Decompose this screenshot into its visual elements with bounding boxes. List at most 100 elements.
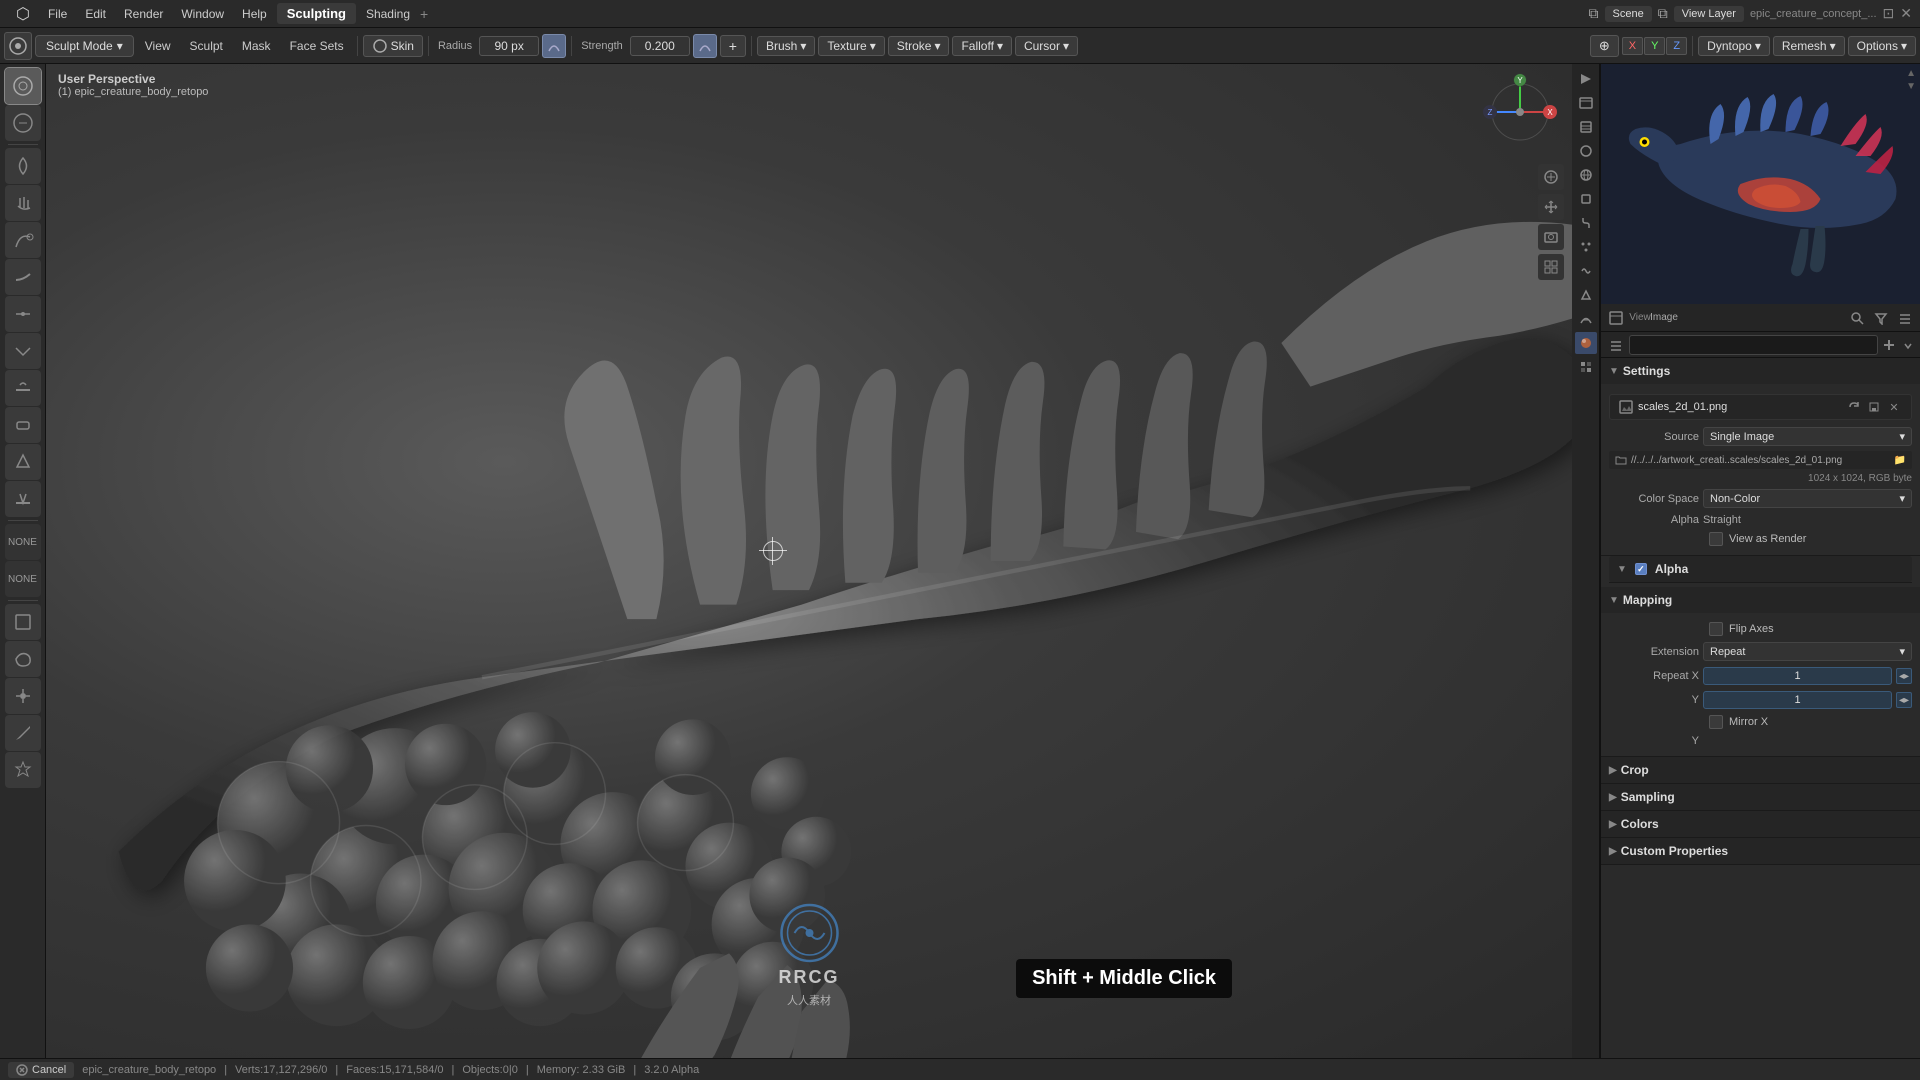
image-close-btn[interactable]: ✕ xyxy=(1885,398,1903,416)
tool-multires[interactable]: NONE xyxy=(5,561,41,597)
view-as-render-checkbox[interactable] xyxy=(1709,532,1723,546)
panel-add-icon[interactable] xyxy=(1880,334,1898,356)
falloff-dropdown[interactable]: Falloff▾ xyxy=(952,36,1012,56)
strength-pressure-btn[interactable] xyxy=(693,34,717,58)
panel-image-btn[interactable]: Image xyxy=(1653,307,1675,329)
alpha-section-header[interactable]: ▼ Alpha xyxy=(1609,556,1912,582)
menu-file[interactable]: File xyxy=(40,4,75,24)
view-menu[interactable]: View xyxy=(137,36,179,56)
custom-properties-header[interactable]: ▶ Custom Properties xyxy=(1601,838,1920,864)
scene-properties-icon[interactable] xyxy=(1575,140,1597,162)
remesh-btn[interactable]: Remesh▾ xyxy=(1773,36,1845,56)
zoom-to-fit-btn[interactable] xyxy=(1538,164,1564,190)
workspace-shading[interactable]: Shading xyxy=(358,4,418,24)
scene-name[interactable]: Scene xyxy=(1605,6,1652,22)
options-btn[interactable]: Options▾ xyxy=(1848,36,1916,56)
tool-thumb[interactable] xyxy=(5,259,41,295)
tool-smooth[interactable] xyxy=(5,105,41,141)
grid-btn[interactable] xyxy=(1538,254,1564,280)
mirror-x-checkbox[interactable] xyxy=(1709,715,1723,729)
tool-mask[interactable]: NONE xyxy=(5,524,41,560)
render-properties-icon[interactable] xyxy=(1575,68,1597,90)
workspace-sculpting[interactable]: Sculpting xyxy=(277,3,356,24)
image-reload-btn[interactable] xyxy=(1845,398,1863,416)
pan-btn[interactable] xyxy=(1538,194,1564,220)
texture-dropdown[interactable]: Texture▾ xyxy=(818,36,884,56)
add-subtract-btn[interactable]: + xyxy=(720,35,746,57)
dyntopo-btn[interactable]: Dyntopo▾ xyxy=(1698,36,1770,56)
tool-lasso-mask[interactable] xyxy=(5,641,41,677)
mask-menu[interactable]: Mask xyxy=(234,36,279,56)
x-axis-btn[interactable]: X xyxy=(1622,37,1643,55)
tool-grab[interactable] xyxy=(5,185,41,221)
preview-scroll-up[interactable]: ▲ xyxy=(1906,68,1916,79)
modifier-properties-icon[interactable] xyxy=(1575,212,1597,234)
panel-expand-icon[interactable] xyxy=(1900,334,1916,356)
sculpt-mode-dropdown[interactable]: Sculpt Mode ▾ xyxy=(35,35,134,57)
cursor-dropdown[interactable]: Cursor▾ xyxy=(1015,36,1078,56)
viewport-gizmo[interactable]: Z Y X xyxy=(1480,72,1560,152)
physics-icon[interactable] xyxy=(1575,260,1597,282)
tool-scrape[interactable] xyxy=(5,481,41,517)
menu-render[interactable]: Render xyxy=(116,4,171,24)
close-icon[interactable]: ✕ xyxy=(1900,5,1912,22)
scene-selector-icon[interactable]: ⧉ xyxy=(1589,5,1599,22)
alpha-enable-checkbox[interactable] xyxy=(1635,563,1647,575)
brush-icon-btn[interactable] xyxy=(4,32,32,60)
tool-pinch[interactable] xyxy=(5,296,41,332)
output-properties-icon[interactable] xyxy=(1575,92,1597,114)
crop-header[interactable]: ▶ Crop xyxy=(1601,757,1920,783)
preview-scroll-down[interactable]: ▼ xyxy=(1906,81,1916,92)
view-layer-name[interactable]: View Layer xyxy=(1674,6,1744,22)
viewport-3d[interactable]: User Perspective (1) epic_creature_body_… xyxy=(46,64,1572,1058)
color-space-dropdown[interactable]: Non-Color ▾ xyxy=(1703,489,1912,508)
tool-pose[interactable] xyxy=(5,752,41,788)
camera-btn[interactable] xyxy=(1538,224,1564,250)
tool-clay[interactable] xyxy=(5,407,41,443)
constraints-icon[interactable] xyxy=(1575,284,1597,306)
sculpt-menu[interactable]: Sculpt xyxy=(182,36,231,56)
object-properties-icon[interactable] xyxy=(1575,188,1597,210)
panel-list-icon[interactable] xyxy=(1605,334,1627,356)
repeat-y-input[interactable]: 1 xyxy=(1703,691,1892,709)
object-data-icon[interactable] xyxy=(1575,308,1597,330)
panel-view-mode-icon[interactable] xyxy=(1605,307,1627,329)
repeat-x-input[interactable]: 1 xyxy=(1703,667,1892,685)
strength-input[interactable] xyxy=(630,36,690,56)
panel-filter-icon[interactable] xyxy=(1870,307,1892,329)
y-axis-btn[interactable]: Y xyxy=(1644,37,1665,55)
repeat-x-expand[interactable]: ◂▸ xyxy=(1896,668,1912,684)
brush-dropdown[interactable]: Brush▾ xyxy=(757,36,815,56)
tool-annotate[interactable] xyxy=(5,715,41,751)
settings-header[interactable]: ▼ Settings xyxy=(1601,358,1920,384)
add-workspace-button[interactable]: + xyxy=(420,6,428,22)
stroke-dropdown[interactable]: Stroke▾ xyxy=(888,36,950,56)
file-browse-btn[interactable]: 📁 xyxy=(1894,455,1906,466)
source-dropdown[interactable]: Single Image ▾ xyxy=(1703,427,1912,446)
menu-edit[interactable]: Edit xyxy=(77,4,114,24)
tool-inflate[interactable] xyxy=(5,148,41,184)
tool-fill[interactable] xyxy=(5,444,41,480)
cancel-button[interactable]: Cancel xyxy=(8,1062,74,1078)
panel-options-icon[interactable] xyxy=(1894,307,1916,329)
panel-search-input[interactable] xyxy=(1629,335,1878,355)
image-save-btn[interactable] xyxy=(1865,398,1883,416)
maximize-icon[interactable]: ⊡ xyxy=(1883,5,1895,22)
mapping-header[interactable]: ▼ Mapping xyxy=(1601,587,1920,613)
radius-input[interactable] xyxy=(479,36,539,56)
tool-crease[interactable] xyxy=(5,333,41,369)
menu-help[interactable]: Help xyxy=(234,4,275,24)
world-properties-icon[interactable] xyxy=(1575,164,1597,186)
sampling-header[interactable]: ▶ Sampling xyxy=(1601,784,1920,810)
texture-icon[interactable] xyxy=(1575,356,1597,378)
panel-search-icon[interactable] xyxy=(1846,307,1868,329)
tool-draw[interactable] xyxy=(5,68,41,104)
material-icon[interactable] xyxy=(1575,332,1597,354)
z-axis-btn[interactable]: Z xyxy=(1666,37,1687,55)
tool-flatten[interactable] xyxy=(5,370,41,406)
tool-snake-hook[interactable] xyxy=(5,222,41,258)
tool-box-mask[interactable] xyxy=(5,604,41,640)
brush-select-btn[interactable]: Skin xyxy=(363,35,423,57)
flip-axes-checkbox[interactable] xyxy=(1709,622,1723,636)
colors-header[interactable]: ▶ Colors xyxy=(1601,811,1920,837)
